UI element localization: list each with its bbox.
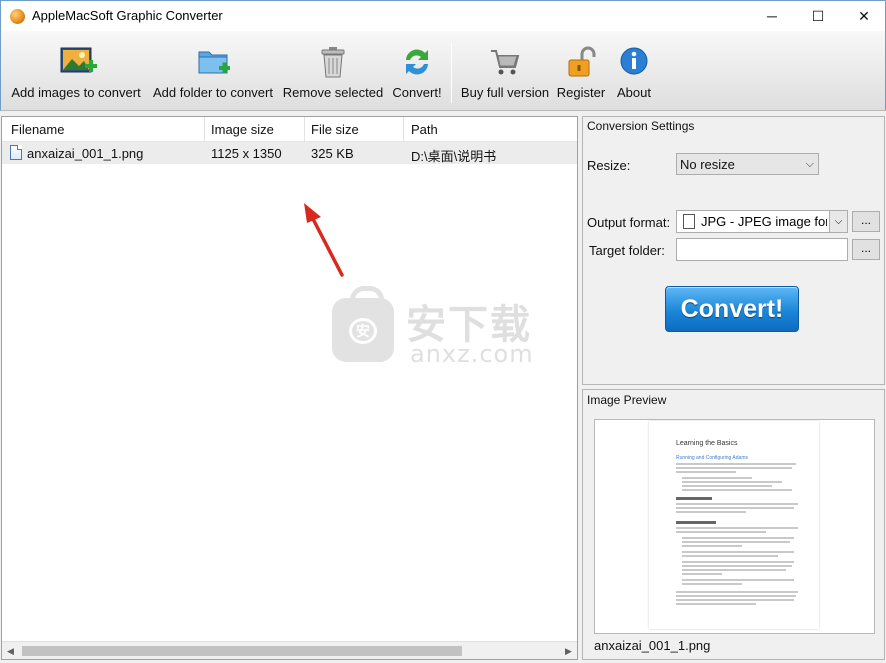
column-header-file-size[interactable]: File size	[311, 122, 359, 137]
preview-filename: anxaizai_001_1.png	[594, 638, 711, 653]
preview-doc-title: Learning the Basics	[676, 440, 738, 447]
register-label: Register	[556, 85, 606, 100]
refresh-convert-icon	[400, 45, 434, 79]
title-bar: AppleMacSoft Graphic Converter ─ ☐ ✕	[0, 0, 886, 31]
horizontal-scrollbar[interactable]: ◀ ▶	[2, 641, 577, 659]
about-button[interactable]: About	[614, 31, 654, 111]
toolbar-separator	[451, 43, 452, 103]
add-images-button[interactable]: Add images to convert	[11, 31, 141, 111]
lock-icon	[564, 45, 598, 79]
maximize-button[interactable]: ☐	[795, 1, 841, 31]
folder-add-icon	[196, 45, 230, 79]
watermark-logo: 安 安下载 anxz.com	[332, 286, 552, 370]
watermark-text-en: anxz.com	[410, 340, 534, 368]
preview-title: Image Preview	[587, 393, 667, 407]
column-header-path[interactable]: Path	[411, 122, 438, 137]
close-button[interactable]: ✕	[841, 1, 886, 31]
add-images-label: Add images to convert	[11, 85, 141, 100]
target-folder-input[interactable]	[676, 238, 848, 261]
convert-button[interactable]: Convert!	[665, 286, 799, 332]
convert-toolbar-label: Convert!	[392, 85, 442, 100]
target-folder-label: Target folder:	[589, 243, 665, 258]
settings-title: Conversion Settings	[587, 119, 695, 133]
buy-full-version-label: Buy full version	[460, 85, 550, 100]
preview-doc-subtitle: Running and Configuring Adams	[676, 455, 748, 461]
watermark-bag-icon: 安	[332, 286, 394, 362]
output-format-value: JPG - JPEG image form	[701, 214, 827, 229]
window-title: AppleMacSoft Graphic Converter	[32, 8, 223, 23]
cell-image-size: 1125 x 1350	[211, 146, 282, 161]
minimize-button[interactable]: ─	[749, 1, 795, 31]
trash-icon	[316, 45, 350, 79]
column-divider[interactable]	[304, 117, 305, 142]
resize-value: No resize	[680, 157, 735, 172]
resize-select[interactable]: No resize ⌵	[676, 153, 819, 175]
cell-file-size: 325 KB	[311, 146, 354, 161]
convert-toolbar-button[interactable]: Convert!	[392, 31, 442, 111]
shopping-cart-icon	[488, 45, 522, 79]
output-format-select[interactable]: JPG - JPEG image form ⌵	[676, 210, 848, 233]
scroll-left-icon[interactable]: ◀	[2, 642, 19, 660]
conversion-settings-panel: Conversion Settings Resize: No resize ⌵ …	[582, 116, 885, 385]
browse-folder-button[interactable]: ...	[852, 239, 880, 260]
output-format-label: Output format:	[587, 215, 671, 230]
app-icon	[10, 9, 25, 24]
document-icon	[683, 214, 695, 229]
resize-label: Resize:	[587, 158, 631, 173]
remove-selected-button[interactable]: Remove selected	[282, 31, 384, 111]
chevron-down-icon[interactable]: ⌵	[829, 211, 847, 232]
file-list-header: Filename Image size File size Path	[2, 117, 577, 142]
file-icon	[10, 145, 22, 160]
preview-document-thumbnail: Learning the Basics Running and Configur…	[649, 421, 819, 629]
red-arrow-annotation	[304, 203, 344, 277]
preview-frame: Learning the Basics Running and Configur…	[594, 419, 875, 634]
register-button[interactable]: Register	[557, 31, 605, 111]
image-preview-panel: Image Preview Learning the Basics Runnin…	[582, 389, 885, 660]
about-label: About	[617, 85, 651, 100]
buy-full-version-button[interactable]: Buy full version	[460, 31, 550, 111]
add-folder-label: Add folder to convert	[153, 85, 273, 100]
toolbar: Add images to convert Add folder to conv…	[0, 31, 886, 111]
add-folder-button[interactable]: Add folder to convert	[152, 31, 274, 111]
format-options-button[interactable]: ...	[852, 211, 880, 232]
add-images-icon	[59, 45, 97, 79]
table-row[interactable]: anxaizai_001_1.png 1125 x 1350 325 KB D:…	[2, 142, 577, 164]
column-divider[interactable]	[204, 117, 205, 142]
scroll-thumb[interactable]	[22, 646, 462, 656]
column-header-image-size[interactable]: Image size	[211, 122, 274, 137]
chevron-down-icon: ⌵	[805, 158, 814, 170]
scroll-right-icon[interactable]: ▶	[560, 642, 577, 660]
info-icon	[617, 45, 651, 79]
cell-filename: anxaizai_001_1.png	[27, 146, 144, 161]
column-divider[interactable]	[403, 117, 404, 142]
cell-path: D:\桌面\说明书	[411, 149, 497, 164]
remove-selected-label: Remove selected	[282, 85, 384, 100]
column-header-filename[interactable]: Filename	[11, 122, 64, 137]
